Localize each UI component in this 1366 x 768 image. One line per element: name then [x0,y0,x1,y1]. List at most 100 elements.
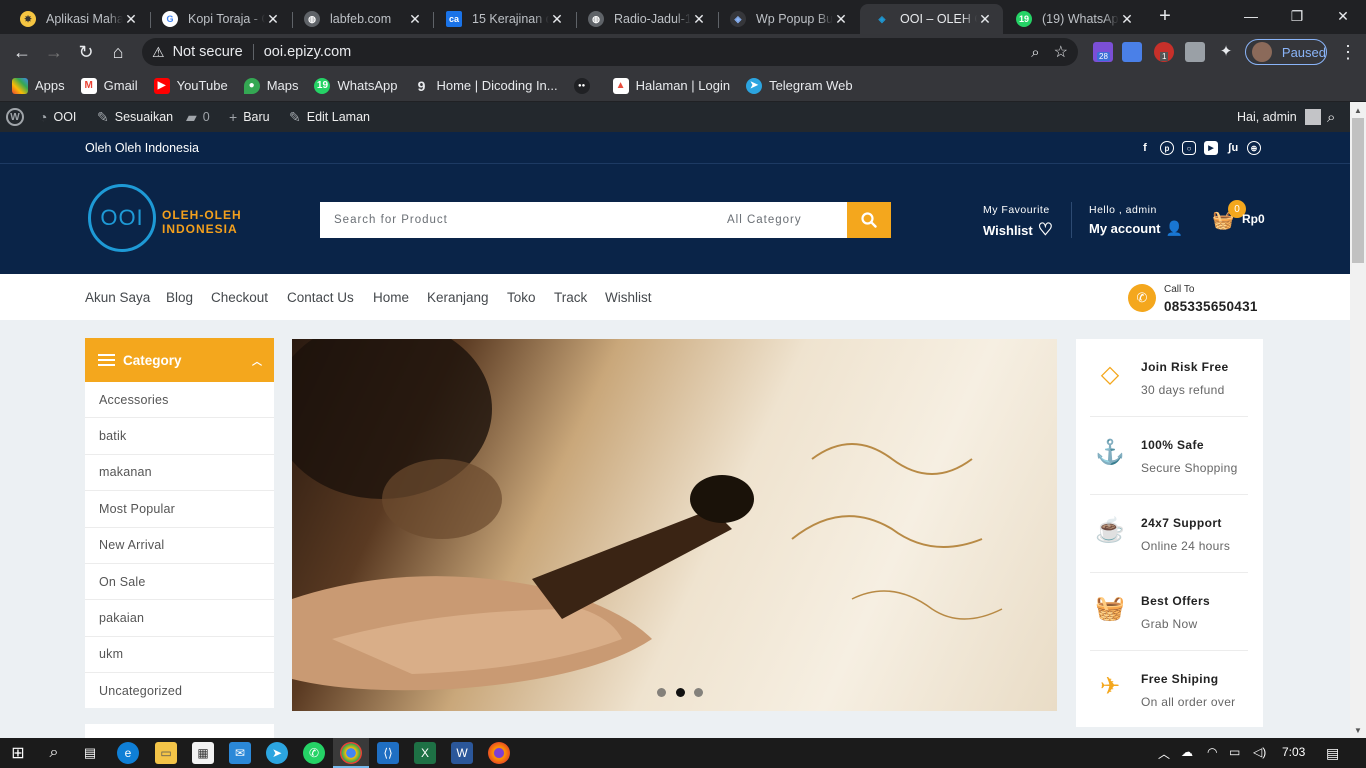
bookmark-telegram[interactable]: ➤ Telegram Web [746,77,853,94]
excel-icon[interactable]: X [414,742,436,764]
home-icon[interactable]: ⌂ [106,40,130,64]
menu-item-track[interactable]: Track [554,290,587,305]
address-bar[interactable]: ⚠ Not secure ooi.epizy.com ⌕ ☆ [142,38,1078,66]
menu-icon[interactable]: ⋮ [1336,40,1360,64]
close-icon[interactable]: ✕ [833,11,849,28]
search-icon[interactable]: ⌕ [1031,44,1039,61]
wp-edit-link[interactable]: ✎ Edit Laman [289,102,370,132]
category-item[interactable]: batik [85,418,274,455]
facebook-icon[interactable]: f [1138,141,1152,155]
task-view-icon[interactable]: ▤ [79,742,101,764]
hero-slider[interactable] [292,339,1057,711]
bookmark-halaman[interactable]: ▲ Halaman | Login [612,77,730,94]
clock[interactable]: 7:03 [1282,745,1305,759]
close-icon[interactable]: ✕ [977,11,993,28]
wordpress-icon[interactable]: W [6,102,24,132]
browser-tab[interactable]: ✸ Aplikasi Mahasiswa✕ [6,4,149,34]
extension-icon[interactable] [1185,42,1205,62]
wp-new-link[interactable]: + Baru [229,102,270,132]
stumbleupon-icon[interactable]: ʃu [1226,141,1240,155]
restore-button[interactable]: ❐ [1274,0,1320,32]
close-window-button[interactable]: ✕ [1320,0,1366,32]
warning-icon[interactable]: ⚠ [152,44,165,61]
new-tab-button[interactable]: + [1145,0,1185,32]
browser-tab-active[interactable]: ◈ OOI – OLEH OLEH✕ [860,4,1003,34]
browser-tab[interactable]: G Kopi Toraja - Google✕ [148,4,291,34]
battery-icon[interactable]: ▭ [1229,745,1240,759]
profile-button[interactable]: Paused [1245,39,1327,65]
browser-tab[interactable]: ca 15 Kerajinan dari✕ [432,4,575,34]
bookmark-dicoding[interactable]: 9 Home | Dicoding In... [413,78,558,94]
browser-tab[interactable]: 19 (19) WhatsApp ✕ [1002,4,1145,34]
reload-icon[interactable]: ↻ [74,40,98,64]
menu-item-toko[interactable]: Toko [507,290,536,305]
firefox-icon[interactable] [488,742,510,764]
scrollbar-thumb[interactable] [1352,118,1364,263]
category-item[interactable]: pakaian [85,600,274,637]
account-link[interactable]: Hello , admin My account 👤 [1089,204,1183,237]
search-button[interactable] [847,202,891,238]
search-input[interactable]: Search for Product [320,214,727,226]
search-icon[interactable]: ⌕ [1327,102,1335,132]
instagram-icon[interactable]: ○ [1182,141,1196,155]
bookmark-maps[interactable]: ● Maps [243,77,298,94]
wishlist-link[interactable]: My Favourite Wishlist ♡ [983,204,1053,240]
category-item[interactable]: Most Popular [85,491,274,528]
bookmark-gmail[interactable]: M Gmail [80,77,138,94]
menu-item-blog[interactable]: Blog [166,290,193,305]
start-icon[interactable]: ⊞ [7,742,29,764]
menu-item-akun-saya[interactable]: Akun Saya [85,290,150,305]
category-item[interactable]: makanan [85,455,274,492]
volume-icon[interactable]: ◁) [1253,745,1266,759]
mail-icon[interactable]: ✉ [229,742,251,764]
store-icon[interactable]: ▦ [192,742,214,764]
browser-tab[interactable]: ◍ Radio-Jadul-15 ✕ [574,4,717,34]
menu-item-checkout[interactable]: Checkout [211,290,268,305]
slider-dot[interactable] [694,688,703,697]
browser-tab[interactable]: ◍ labfeb.com ✕ [290,4,433,34]
telegram-icon[interactable]: ➤ [266,742,288,764]
category-item[interactable]: On Sale [85,564,274,601]
category-item[interactable]: Accessories [85,382,274,419]
category-item[interactable]: New Arrival [85,528,274,564]
bookmark-misc[interactable]: ●● [573,77,597,94]
wp-customize-link[interactable]: ✎ Sesuaikan [97,102,173,132]
category-select[interactable]: All Category [727,214,847,226]
category-item[interactable]: Uncategorized [85,673,274,709]
pinterest-icon[interactable]: p [1160,141,1174,155]
wifi-icon[interactable]: ◠ [1207,745,1217,759]
site-logo[interactable]: OOI OLEH-OLEH INDONESIA [88,184,248,254]
extension-icon[interactable]: 28 [1093,42,1113,62]
bookmark-youtube[interactable]: ▶ YouTube [153,77,228,94]
wp-account-link[interactable]: Hai, admin [1237,102,1321,132]
bookmark-whatsapp[interactable]: 19 WhatsApp [314,77,397,94]
youtube-icon[interactable]: ▶ [1204,141,1218,155]
chevron-up-icon[interactable]: ︿ [1158,745,1170,762]
wp-site-link[interactable]: ◔ OOI [39,102,76,132]
category-item[interactable]: ukm [85,637,274,674]
back-icon[interactable]: ← [10,40,34,64]
close-icon[interactable]: ✕ [407,11,423,28]
word-icon[interactable]: W [451,742,473,764]
scroll-up-icon[interactable]: ▲ [1350,102,1366,118]
translate-icon[interactable] [1122,42,1142,62]
puzzle-icon[interactable]: ✦ [1216,42,1236,62]
menu-item-home[interactable]: Home [373,290,409,305]
adblock-icon[interactable]: 1 [1154,42,1174,62]
forward-icon[interactable]: → [42,40,66,64]
close-icon[interactable]: ✕ [265,11,281,28]
slider-dot[interactable] [657,688,666,697]
whatsapp-icon[interactable]: ✆ [303,742,325,764]
dribbble-icon[interactable]: ⊕ [1247,141,1261,155]
vscode-icon[interactable]: ⟨⟩ [377,742,399,764]
search-icon[interactable]: ⌕ [43,742,65,764]
wp-comments-link[interactable]: ▰ 0 [186,102,210,132]
menu-item-wishlist[interactable]: Wishlist [605,290,652,305]
scroll-down-icon[interactable]: ▼ [1350,722,1366,738]
notification-icon[interactable]: ▤ [1326,745,1339,762]
slider-dot-active[interactable] [676,688,685,697]
chrome-icon[interactable] [340,742,362,764]
explorer-icon[interactable]: ▭ [155,742,177,764]
minimize-button[interactable]: — [1228,0,1274,32]
browser-tab[interactable]: ◈ Wp Popup Builder✕ [716,4,859,34]
